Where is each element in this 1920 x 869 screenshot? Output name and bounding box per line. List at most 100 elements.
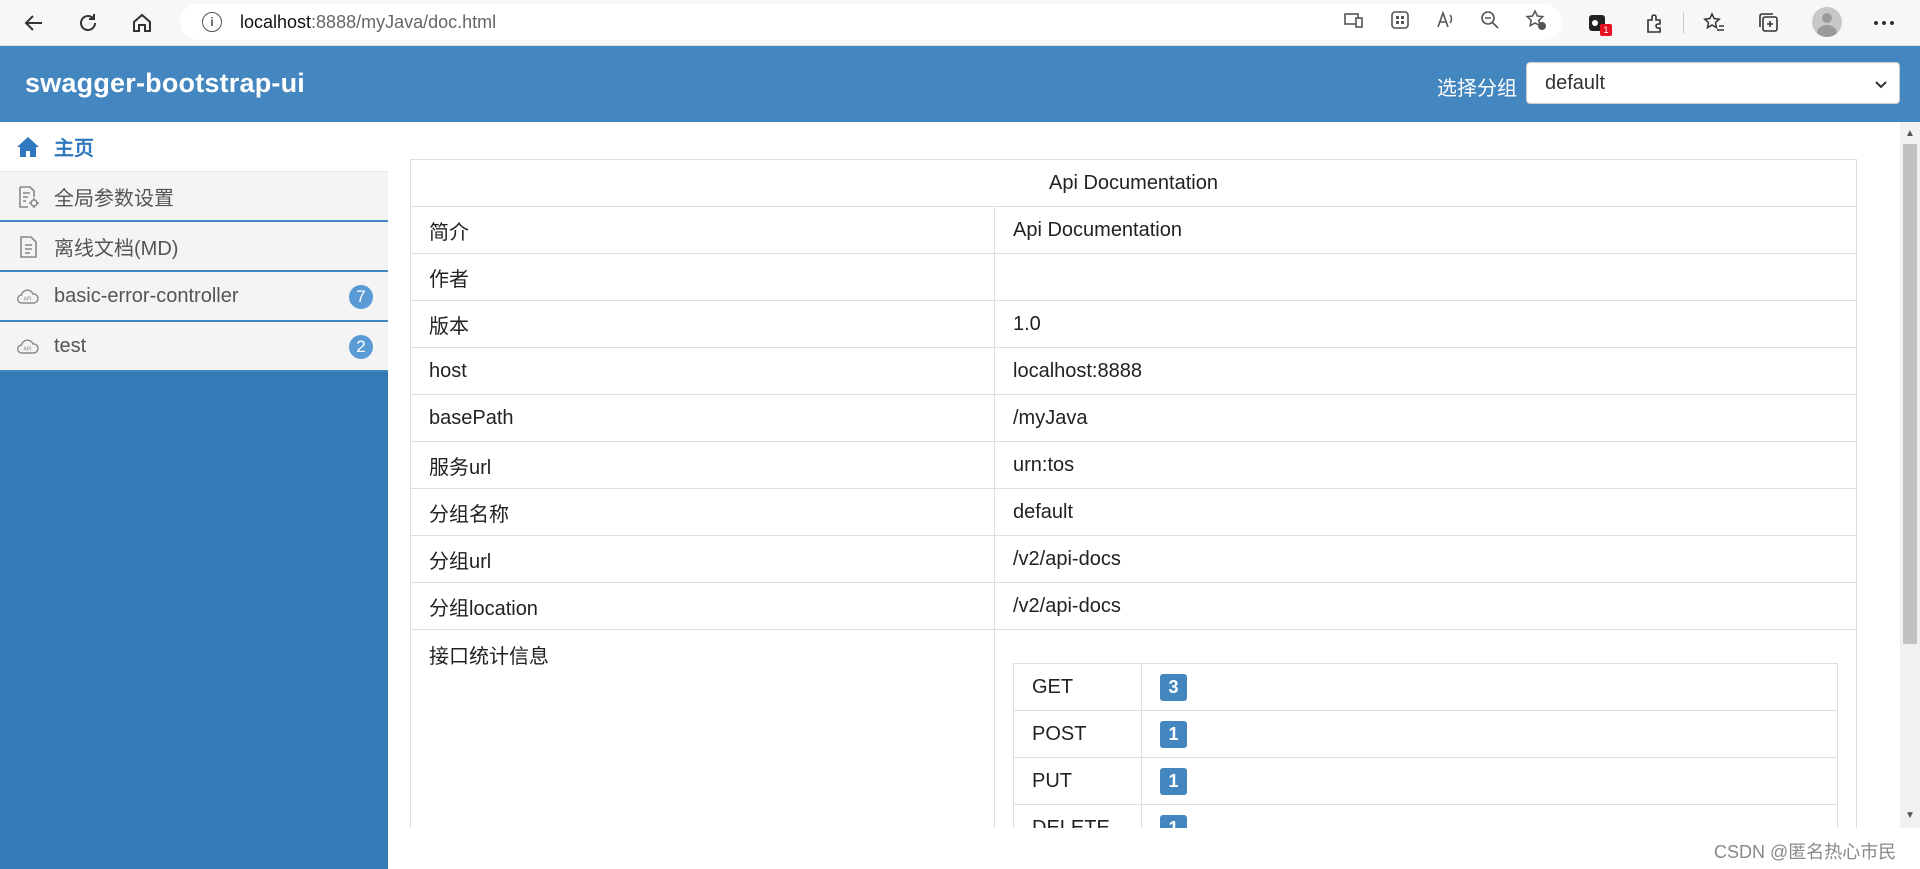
table-row: 版本 1.0 (410, 300, 1857, 348)
http-method: DELETE (1013, 804, 1142, 828)
row-value: urn:tos (994, 441, 1857, 489)
method-stats-table: GET 3 POST 1 PUT 1 DELETE 1 (1013, 663, 1838, 828)
app-title: swagger-bootstrap-ui (25, 68, 306, 98)
group-select-label: 选择分组 (1437, 78, 1517, 100)
toolbar-divider (1683, 12, 1684, 34)
row-value: default (994, 488, 1857, 536)
app-header: swagger-bootstrap-ui 选择分组 default (0, 46, 1920, 122)
read-aloud-icon[interactable] (1434, 8, 1458, 32)
method-count-cell: 1 (1141, 710, 1838, 758)
row-value: localhost:8888 (994, 347, 1857, 395)
row-key: 服务url (410, 441, 995, 489)
profile-avatar-icon[interactable] (1812, 7, 1842, 37)
scroll-up-arrow-icon[interactable]: ▲ (1905, 128, 1915, 139)
zoom-out-icon[interactable] (1478, 8, 1502, 32)
collections-icon[interactable] (1754, 8, 1784, 38)
settings-doc-icon (16, 185, 40, 209)
table-header-row: Api Documentation (410, 159, 1857, 207)
document-icon (16, 235, 40, 259)
row-value: /v2/api-docs (994, 582, 1857, 630)
doc-title: Api Documentation (410, 159, 1857, 207)
stats-row: PUT 1 (1013, 757, 1838, 805)
row-key: 接口统计信息 (410, 629, 995, 828)
favorites-icon[interactable] (1699, 8, 1729, 38)
row-key: host (410, 347, 995, 395)
refresh-icon[interactable] (72, 8, 104, 38)
http-method: PUT (1013, 757, 1142, 805)
sidebar-item-label: 主页 (54, 138, 94, 160)
sidebar-item-label: 全局参数设置 (54, 187, 174, 210)
group-select[interactable]: default (1526, 62, 1900, 104)
api-cloud-icon: API (16, 335, 40, 359)
stats-row: DELETE 1 (1013, 804, 1838, 828)
table-row: 分组名称 default (410, 488, 1857, 536)
api-cloud-icon: API (16, 285, 40, 309)
extensions-icon[interactable] (1640, 8, 1670, 38)
count-badge: 1 (1160, 720, 1187, 748)
table-row: 分组location /v2/api-docs (410, 582, 1857, 630)
table-row: 简介 Api Documentation (410, 206, 1857, 254)
http-method: POST (1013, 710, 1142, 758)
more-menu-icon[interactable] (1869, 8, 1899, 38)
method-count-cell: 1 (1141, 757, 1838, 805)
svg-text:API: API (24, 297, 32, 303)
sidebar-item-label: test (54, 334, 87, 357)
sidebar-item-label: basic-error-controller (54, 284, 239, 307)
grid-apps-icon[interactable] (1388, 8, 1412, 32)
table-row-stats: 接口统计信息 GET 3 POST 1 PUT 1 DELETE 1 (410, 629, 1857, 828)
row-value: Api Documentation (994, 206, 1857, 254)
table-row: 服务url urn:tos (410, 441, 1857, 489)
count-badge: 1 (1160, 814, 1187, 828)
svg-text:API: API (24, 347, 32, 353)
address-url[interactable]: localhost:8888/myJava/doc.html (240, 12, 496, 33)
browser-toolbar: i localhost:8888/myJava/doc.html 1 (0, 0, 1920, 46)
row-key: 作者 (410, 253, 995, 301)
page-scrollbar[interactable]: ▲ ▼ (1900, 122, 1920, 828)
group-select-value: default (1545, 71, 1606, 94)
count-badge: 1 (1160, 767, 1187, 795)
watermark: CSDN @匿名热心市民 (1714, 842, 1897, 862)
method-count-cell: 1 (1141, 804, 1838, 828)
row-value: 1.0 (994, 300, 1857, 348)
back-arrow-icon[interactable] (18, 8, 50, 38)
row-key: 分组url (410, 535, 995, 583)
sidebar: 主页 全局参数设置 离线文档(MD) API basic-error-contr… (0, 122, 388, 869)
sidebar-item-label: 离线文档(MD) (54, 237, 179, 260)
stats-row: GET 3 (1013, 663, 1838, 711)
count-badge: 7 (349, 285, 373, 309)
method-count-cell: 3 (1141, 663, 1838, 711)
sidebar-item-offline-docs[interactable]: 离线文档(MD) (0, 222, 388, 272)
row-value (994, 253, 1857, 301)
home-icon (16, 135, 40, 159)
scroll-down-arrow-icon[interactable]: ▼ (1905, 810, 1915, 821)
row-key: 分组location (410, 582, 995, 630)
http-method: GET (1013, 663, 1142, 711)
scrollbar-thumb[interactable] (1903, 144, 1917, 644)
count-badge: 2 (349, 335, 373, 359)
api-info-table: Api Documentation 简介 Api Documentation 作… (410, 159, 1857, 828)
app-available-icon[interactable] (1342, 8, 1366, 32)
row-key: 版本 (410, 300, 995, 348)
stats-cell: GET 3 POST 1 PUT 1 DELETE 1 (994, 629, 1857, 828)
home-icon[interactable] (126, 8, 158, 38)
main-content: Api Documentation 简介 Api Documentation 作… (388, 122, 1900, 828)
row-key: basePath (410, 394, 995, 442)
chevron-down-icon (1873, 71, 1889, 99)
sidebar-item-global-params[interactable]: 全局参数设置 (0, 172, 388, 222)
stats-row: POST 1 (1013, 710, 1838, 758)
row-value: /myJava (994, 394, 1857, 442)
sidebar-item-basic-error-controller[interactable]: API basic-error-controller 7 (0, 272, 388, 322)
table-row: basePath /myJava (410, 394, 1857, 442)
extension-badge: 1 (1600, 24, 1612, 36)
row-value: /v2/api-docs (994, 535, 1857, 583)
row-key: 分组名称 (410, 488, 995, 536)
sidebar-item-home[interactable]: 主页 (0, 122, 388, 172)
table-row: 作者 (410, 253, 1857, 301)
table-row: 分组url /v2/api-docs (410, 535, 1857, 583)
row-key: 简介 (410, 206, 995, 254)
site-info-icon[interactable]: i (202, 12, 222, 32)
count-badge: 3 (1160, 673, 1187, 701)
favorite-add-icon[interactable] (1524, 8, 1548, 32)
table-row: host localhost:8888 (410, 347, 1857, 395)
sidebar-item-test[interactable]: API test 2 (0, 322, 388, 372)
